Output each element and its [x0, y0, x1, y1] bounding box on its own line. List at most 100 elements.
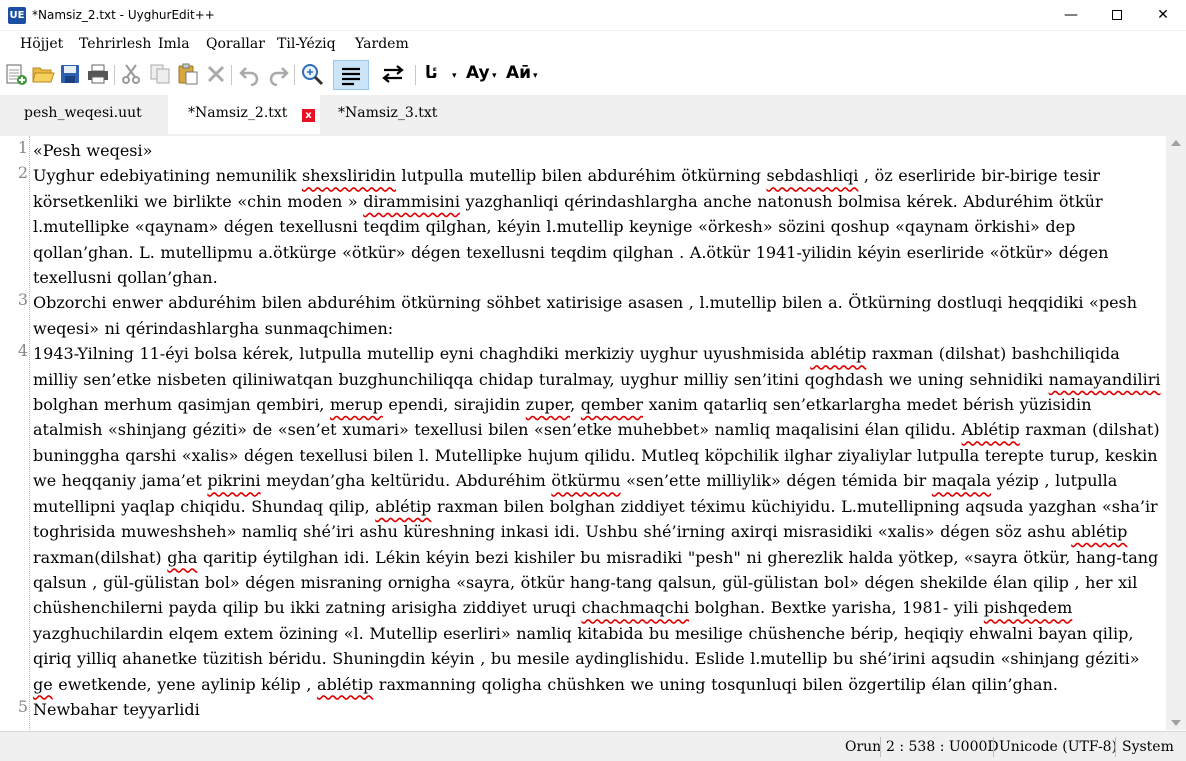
menu-help[interactable]: Yardem: [355, 36, 409, 52]
line-number: 1: [17, 138, 28, 157]
misspelled-word: sebdashliqi: [766, 166, 859, 186]
close-window-button[interactable]: ✕: [1140, 0, 1186, 31]
misspelled-word: pikrini: [207, 471, 261, 491]
editor-line[interactable]: Uyghur edebiyatining nemunilik shexsliri…: [33, 163, 1161, 290]
tab-namsiz-3[interactable]: *Namsiz_3.txt: [320, 95, 460, 134]
toolbar-separator: [231, 65, 232, 85]
menu-tools[interactable]: Qorallar: [206, 36, 265, 52]
text-run: Uyghur edebiyatining nemunilik: [33, 166, 303, 186]
close-tab-icon[interactable]: x: [302, 109, 315, 122]
text-run: Obzorchi enwer abduréhim bilen abduréhim…: [33, 293, 1138, 338]
new-file-button[interactable]: [4, 62, 28, 86]
misspelled-word: Ablétip: [961, 420, 1020, 440]
menu-spelling[interactable]: Imla: [158, 36, 190, 52]
misspelled-word: ablétip: [810, 344, 867, 364]
text-run: raxmanning qoligha chüshken we uning tos…: [373, 674, 1058, 694]
tab-label: *Namsiz_3.txt: [338, 105, 438, 121]
tab-pesh-weqesi[interactable]: pesh_weqesi.uut: [0, 95, 168, 134]
editor-line[interactable]: Obzorchi enwer abduréhim bilen abduréhim…: [33, 290, 1161, 341]
line-number: 5: [17, 697, 28, 716]
tab-label: pesh_weqesi.uut: [24, 105, 142, 121]
maximize-button[interactable]: [1094, 0, 1140, 31]
save-button[interactable]: [58, 62, 82, 86]
misspelled-word: ablétip: [1071, 522, 1128, 542]
text-run: «sen’ette milliylik» dégen témida bir: [620, 471, 932, 491]
text-run: ependi, sirajidin: [382, 395, 526, 415]
title-bar: UE *Namsiz_2.txt - UyghurEdit++ — ✕: [0, 0, 1186, 31]
misspelled-word: dirammisini: [363, 191, 460, 211]
cyrillic-script-button[interactable]: Аӣ: [506, 63, 531, 83]
delete-button[interactable]: [204, 62, 228, 86]
status-separator: [880, 737, 881, 757]
tab-bar: pesh_weqesi.uut *Namsiz_2.txt x *Namsiz_…: [0, 95, 1186, 136]
status-mode: Orun: [845, 739, 882, 755]
word-wrap-button[interactable]: [333, 60, 369, 90]
vertical-scrollbar[interactable]: [1166, 136, 1186, 730]
redo-button[interactable]: [267, 62, 291, 87]
magnifier-icon: [302, 64, 324, 86]
scroll-up-icon[interactable]: [1171, 140, 1181, 146]
text-run: Newbahar teyyarlidi: [33, 699, 200, 719]
print-button[interactable]: [86, 62, 110, 86]
scroll-down-icon[interactable]: [1171, 720, 1181, 726]
misspelled-word: gha: [167, 547, 198, 567]
editor-line[interactable]: «Pesh weqesi»: [33, 138, 1161, 163]
status-separator: [993, 737, 994, 757]
line-number: 2: [17, 163, 28, 182]
minimize-button[interactable]: —: [1048, 0, 1094, 31]
tab-namsiz-2[interactable]: *Namsiz_2.txt x: [168, 95, 320, 134]
line-number: 4: [17, 341, 28, 360]
open-file-button[interactable]: [31, 62, 55, 86]
text-run: meydan’gha keltüridu. Abduréhim: [260, 471, 552, 491]
chevron-down-icon[interactable]: ▾: [492, 70, 497, 81]
status-bar: Orun 2 : 538 : U000D Unicode (UTF-8) Sys…: [0, 731, 1186, 761]
paste-icon: [178, 63, 198, 85]
text-run: lutpulla mutellip bilen abduréhim ötkürn…: [395, 166, 767, 186]
misspelled-word: zuper: [525, 395, 571, 415]
misspelled-word: maqala: [931, 471, 991, 491]
editor-line[interactable]: 1943-Yilning 11-éyi bolsa kérek, lutpull…: [33, 341, 1161, 697]
line-number: 3: [17, 290, 28, 309]
word-wrap-icon: [342, 67, 360, 86]
text-run: raxman(dilshat): [33, 547, 168, 567]
latin-script-button[interactable]: Ay: [466, 63, 490, 83]
redo-icon: [269, 67, 289, 87]
text-run: «Pesh weqesi»: [33, 141, 153, 160]
misspelled-word: qember: [580, 395, 644, 415]
status-line-ending: System: [1122, 739, 1174, 755]
misspelled-word: ablétip: [375, 496, 432, 516]
printer-icon: [88, 64, 108, 84]
menu-language[interactable]: Til-Yéziq: [277, 36, 336, 52]
text-direction-button[interactable]: [381, 62, 405, 86]
undo-button[interactable]: [237, 62, 261, 87]
menu-edit[interactable]: Tehrirlesh: [79, 36, 151, 52]
maximize-icon: [1112, 10, 1122, 20]
paste-button[interactable]: [176, 62, 200, 86]
misspelled-word: ötkürmu: [551, 471, 621, 491]
window-title: *Namsiz_2.txt - UyghurEdit++: [32, 8, 215, 22]
copy-button[interactable]: [148, 62, 172, 86]
swap-direction-icon: [382, 65, 404, 83]
cut-button[interactable]: [119, 62, 143, 86]
status-separator: [1115, 737, 1116, 757]
text-run: ewetkende, yene aylinip kélip ,: [52, 674, 318, 694]
tab-label: *Namsiz_2.txt: [188, 105, 288, 121]
chevron-down-icon[interactable]: ▾: [533, 70, 538, 81]
toolbar-separator: [114, 65, 115, 85]
line-number-gutter: 1 2 3 4 5: [0, 136, 30, 730]
text-editor[interactable]: 1 2 3 4 5 «Pesh weqesi» Uyghur edebiyatin…: [0, 136, 1166, 730]
misspelled-word: ablétip: [317, 674, 374, 694]
text-run: 1943-Yilning 11-éyi bolsa kérek, lutpull…: [33, 344, 811, 364]
misspelled-word: chachmaqchi: [581, 598, 689, 618]
editor-content[interactable]: «Pesh weqesi» Uyghur edebiyatining nemuni…: [33, 138, 1161, 722]
misspelled-word: namayandiliri: [1048, 369, 1161, 389]
copy-icon: [150, 64, 170, 84]
find-button[interactable]: [300, 62, 324, 86]
new-file-icon: [6, 64, 27, 85]
editor-line[interactable]: Newbahar teyyarlidi: [33, 697, 1161, 722]
chevron-down-icon[interactable]: ▾: [452, 70, 457, 81]
misspelled-word: pishqedem: [983, 598, 1073, 618]
uyghur-script-button[interactable]: ئا: [425, 63, 438, 83]
scissors-icon: [122, 64, 140, 84]
menu-file[interactable]: Höjjet: [20, 36, 63, 52]
